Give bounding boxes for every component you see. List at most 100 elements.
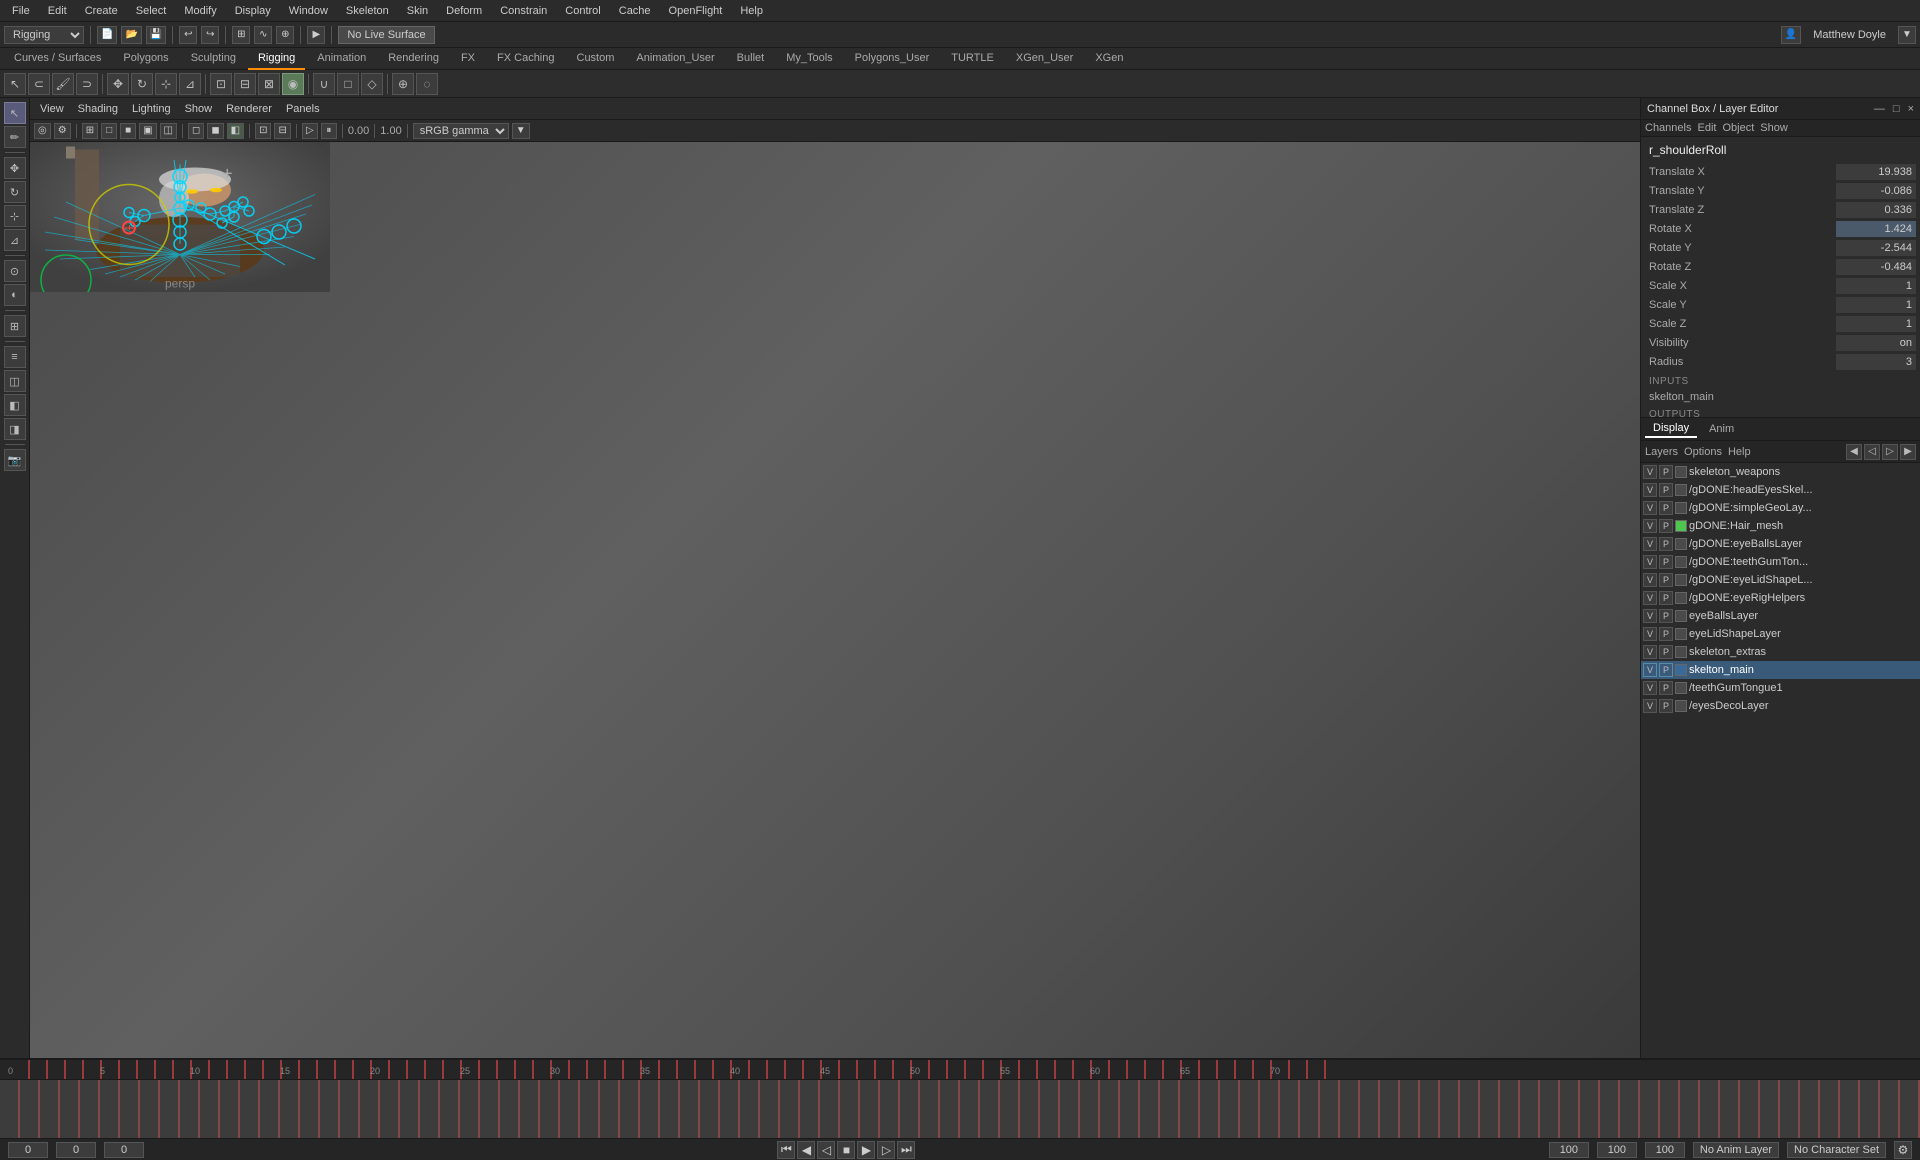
anim-layer-indicator[interactable]: No Anim Layer bbox=[1693, 1142, 1779, 1158]
menu-item-deform[interactable]: Deform bbox=[438, 3, 490, 19]
color-space-select[interactable]: sRGB gamma Linear bbox=[413, 123, 509, 139]
layer-v-eyerighelpers[interactable]: V bbox=[1643, 591, 1657, 605]
viewport-canvas[interactable]: + persp X Y Z bbox=[30, 142, 1640, 1058]
select-camera-btn[interactable]: ◎ bbox=[34, 123, 51, 139]
play-back-btn[interactable]: ◁ bbox=[817, 1141, 835, 1159]
input-skelton-main[interactable]: skelton_main bbox=[1645, 389, 1916, 405]
display-mode3-btn[interactable]: ▣ bbox=[139, 123, 156, 139]
frame-end2-input[interactable] bbox=[1597, 1142, 1637, 1158]
layer-v-skeleton-extras[interactable]: V bbox=[1643, 645, 1657, 659]
prev-frame-btn[interactable]: ◀ bbox=[797, 1141, 815, 1159]
scale-btn[interactable]: ⊹ bbox=[4, 205, 26, 227]
layer-vis-btn[interactable]: ◫ bbox=[4, 370, 26, 392]
safe-area-btn[interactable]: ⊟ bbox=[274, 123, 290, 139]
camera-settings-btn[interactable]: ⚙ bbox=[54, 123, 71, 139]
tab-display[interactable]: Display bbox=[1645, 420, 1697, 438]
soft-mod-btn[interactable]: ⊙ bbox=[4, 260, 26, 282]
view-menu[interactable]: View bbox=[34, 101, 70, 117]
ik-handle-tool[interactable]: ⊟ bbox=[234, 73, 256, 95]
layer-row-skeleton-extras[interactable]: V P skeleton_extras bbox=[1641, 643, 1920, 661]
bind-skin-tool[interactable]: ⊠ bbox=[258, 73, 280, 95]
paint-tool-btn[interactable]: ✏ bbox=[4, 126, 26, 148]
redo-btn[interactable]: ↪ bbox=[201, 26, 219, 44]
resolution-gate-btn[interactable]: ⊡ bbox=[255, 123, 271, 139]
display-mode1-btn[interactable]: □ bbox=[101, 123, 117, 139]
layer-row-simplegeo[interactable]: V P /gDONE:simpleGeoLay... bbox=[1641, 499, 1920, 517]
layer-row-skelton-main[interactable]: V P skelton_main bbox=[1641, 661, 1920, 679]
tab-anim[interactable]: Anim bbox=[1701, 421, 1742, 437]
layer-p-eyesdeco[interactable]: P bbox=[1659, 699, 1673, 713]
constraint-tool[interactable]: ⊕ bbox=[392, 73, 414, 95]
lasso-tool[interactable]: ⊂ bbox=[28, 73, 50, 95]
rotate-tool[interactable]: ↻ bbox=[131, 73, 153, 95]
weight-tool[interactable]: ◉ bbox=[282, 73, 304, 95]
rivet-tool[interactable]: ◌ bbox=[416, 73, 438, 95]
universal-tool[interactable]: ⊿ bbox=[179, 73, 201, 95]
layer-v-teethgum[interactable]: V bbox=[1643, 555, 1657, 569]
timeline-ruler[interactable]: 0 5 10 15 20 25 30 35 40 45 50 55 60 65 … bbox=[0, 1060, 1920, 1080]
layer-row-eyeballs[interactable]: V P /gDONE:eyeBallsLayer bbox=[1641, 535, 1920, 553]
tab-custom[interactable]: Custom bbox=[567, 48, 625, 70]
frame-end1-input[interactable] bbox=[1549, 1142, 1589, 1158]
soft-select-tool[interactable]: ⊃ bbox=[76, 73, 98, 95]
cb-minimize-btn[interactable]: — bbox=[1874, 103, 1885, 115]
object-menu[interactable]: Object bbox=[1722, 122, 1754, 134]
layer-p-eyeballs[interactable]: P bbox=[1659, 537, 1673, 551]
layer-p-skeleton-weapons[interactable]: P bbox=[1659, 465, 1673, 479]
tab-rendering[interactable]: Rendering bbox=[378, 48, 449, 70]
frame-current-input[interactable] bbox=[56, 1142, 96, 1158]
move-tool[interactable]: ✥ bbox=[107, 73, 129, 95]
play-fwd-btn[interactable]: ▶ bbox=[857, 1141, 875, 1159]
tab-polygons[interactable]: Polygons bbox=[113, 48, 178, 70]
universal-manip-btn[interactable]: ⊿ bbox=[4, 229, 26, 251]
show-menu[interactable]: Show bbox=[1760, 122, 1788, 134]
menu-item-skin[interactable]: Skin bbox=[399, 3, 436, 19]
tab-animation[interactable]: Animation bbox=[307, 48, 376, 70]
layer-row-eyesdeco[interactable]: V P /eyesDecoLayer bbox=[1641, 697, 1920, 715]
panels-menu[interactable]: Panels bbox=[280, 101, 326, 117]
shading-menu[interactable]: Shading bbox=[72, 101, 124, 117]
cb-close-btn[interactable]: × bbox=[1908, 103, 1914, 115]
open-scene-btn[interactable]: 📂 bbox=[121, 26, 141, 44]
menu-item-cache[interactable]: Cache bbox=[611, 3, 659, 19]
frame-current2-input[interactable] bbox=[104, 1142, 144, 1158]
layer-p-eyeballslayer[interactable]: P bbox=[1659, 609, 1673, 623]
layer-edit-btn[interactable]: ≡ bbox=[4, 346, 26, 368]
layer-v-hair-mesh[interactable]: V bbox=[1643, 519, 1657, 533]
camera-btn[interactable]: 📷 bbox=[4, 449, 26, 471]
workspace-selector[interactable]: Rigging Animation Modeling bbox=[4, 26, 84, 44]
layer-v-skeleton-weapons[interactable]: V bbox=[1643, 465, 1657, 479]
grid-btn[interactable]: ⊞ bbox=[82, 123, 98, 139]
layer-v-eyesdeco[interactable]: V bbox=[1643, 699, 1657, 713]
scale-tool[interactable]: ⊹ bbox=[155, 73, 177, 95]
undo-btn[interactable]: ↩ bbox=[179, 26, 197, 44]
new-scene-btn[interactable]: 📄 bbox=[97, 26, 117, 44]
layer-v-teethgumtongue1[interactable]: V bbox=[1643, 681, 1657, 695]
deformer-tool[interactable]: ◇ bbox=[361, 73, 383, 95]
options-menu[interactable]: Options bbox=[1684, 446, 1722, 458]
curve-tool[interactable]: ∪ bbox=[313, 73, 335, 95]
layer-v-headeyesskel[interactable]: V bbox=[1643, 483, 1657, 497]
tab-xgen[interactable]: XGen bbox=[1085, 48, 1133, 70]
menu-item-create[interactable]: Create bbox=[77, 3, 126, 19]
character-set-indicator[interactable]: No Character Set bbox=[1787, 1142, 1886, 1158]
menu-item-select[interactable]: Select bbox=[128, 3, 175, 19]
cb-expand-btn[interactable]: □ bbox=[1893, 103, 1900, 115]
tab-xgen-user[interactable]: XGen_User bbox=[1006, 48, 1083, 70]
save-scene-btn[interactable]: 💾 bbox=[146, 26, 166, 44]
layer-p-skelton-main[interactable]: P bbox=[1659, 663, 1673, 677]
layer-p-simplegeo[interactable]: P bbox=[1659, 501, 1673, 515]
menu-item-edit[interactable]: Edit bbox=[40, 3, 75, 19]
layer-tools-btn[interactable]: ◧ bbox=[4, 394, 26, 416]
tab-curves-surfaces[interactable]: Curves / Surfaces bbox=[4, 48, 111, 70]
next-frame-btn[interactable]: ▷ bbox=[877, 1141, 895, 1159]
layer-v-simplegeo[interactable]: V bbox=[1643, 501, 1657, 515]
layer-p-eyerighelpers[interactable]: P bbox=[1659, 591, 1673, 605]
menu-item-help[interactable]: Help bbox=[732, 3, 771, 19]
rotate-btn[interactable]: ↻ bbox=[4, 181, 26, 203]
edit-menu[interactable]: Edit bbox=[1697, 122, 1716, 134]
layer-row-teethgum[interactable]: V P /gDONE:teethGumTon... bbox=[1641, 553, 1920, 571]
layer-p-teethgum[interactable]: P bbox=[1659, 555, 1673, 569]
shaded-btn[interactable]: ◧ bbox=[227, 123, 244, 139]
layer-p-eyelidshapelayer[interactable]: P bbox=[1659, 627, 1673, 641]
